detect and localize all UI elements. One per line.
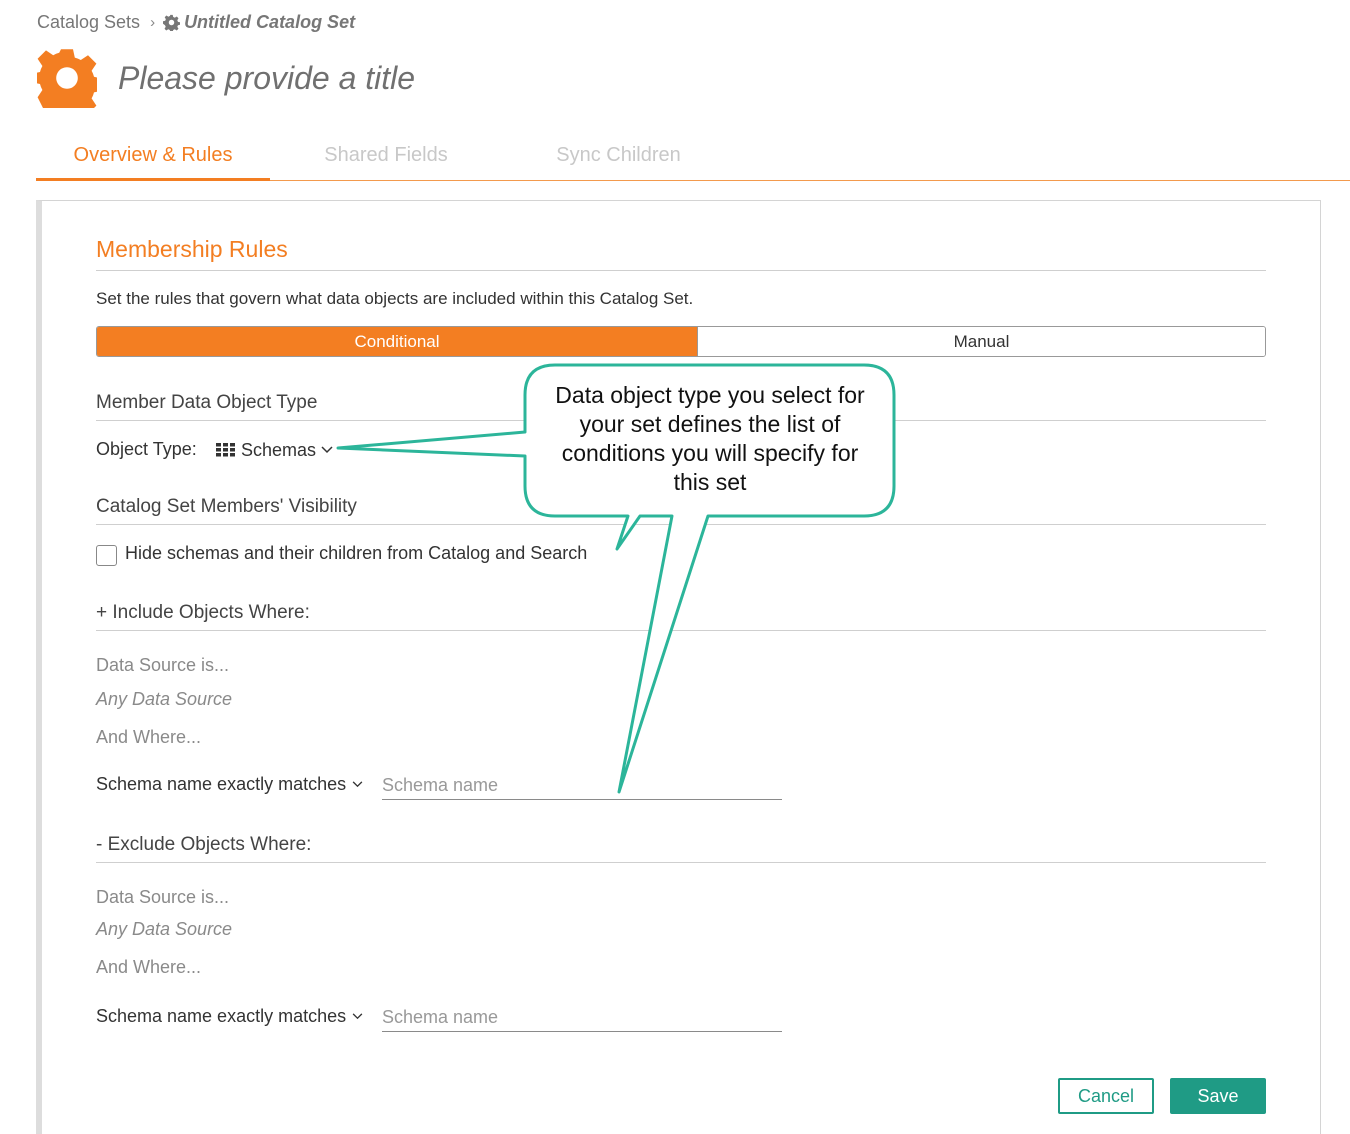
chevron-down-icon <box>352 1012 363 1019</box>
breadcrumb-current: Untitled Catalog Set <box>163 12 355 33</box>
tab-sync-children[interactable]: Sync Children <box>536 133 701 181</box>
divider <box>96 524 1266 525</box>
membership-rules-title: Membership Rules <box>96 236 288 262</box>
page-title[interactable]: Please provide a title <box>118 60 415 97</box>
include-data-source-label[interactable]: Data Source is... <box>96 655 229 676</box>
hide-schemas-checkbox[interactable] <box>96 545 117 566</box>
include-condition-select[interactable]: Schema name exactly matches <box>96 772 363 796</box>
divider <box>96 862 1266 863</box>
hide-schemas-label: Hide schemas and their children from Cat… <box>125 543 588 563</box>
exclude-condition-select[interactable]: Schema name exactly matches <box>96 1004 363 1028</box>
chevron-right-icon: › <box>150 13 156 31</box>
object-type-label: Object Type: <box>96 439 197 459</box>
tab-shared-fields[interactable]: Shared Fields <box>306 133 466 181</box>
cancel-button[interactable]: Cancel <box>1058 1078 1154 1114</box>
save-button[interactable]: Save <box>1170 1078 1266 1114</box>
chevron-down-icon <box>352 780 363 787</box>
member-type-heading: Member Data Object Type <box>96 392 318 413</box>
exclude-data-source-label[interactable]: Data Source is... <box>96 887 229 908</box>
breadcrumb-current-label: Untitled Catalog Set <box>184 11 356 32</box>
include-data-source-value: Any Data Source <box>96 689 233 709</box>
include-schema-name-input[interactable] <box>382 772 782 800</box>
gear-icon <box>37 49 97 108</box>
exclude-heading[interactable]: - Exclude Objects Where: <box>96 834 311 856</box>
exclude-and-where-label: And Where... <box>96 957 202 977</box>
include-condition-label: Schema name exactly matches <box>96 773 347 794</box>
divider <box>96 270 1266 271</box>
membership-description: Set the rules that govern what data obje… <box>96 289 694 308</box>
tab-bar: Overview & Rules Shared Fields Sync Chil… <box>36 133 1350 181</box>
exclude-data-source-value: Any Data Source <box>96 919 233 939</box>
gear-icon <box>163 14 181 31</box>
page-header: Please provide a title <box>37 48 415 108</box>
object-type-value: Schemas <box>241 439 317 460</box>
visibility-heading: Catalog Set Members' Visibility <box>96 496 357 517</box>
include-heading[interactable]: + Include Objects Where: <box>96 602 310 624</box>
breadcrumb-catalog-sets-link[interactable]: Catalog Sets <box>37 12 140 33</box>
tab-overview-rules[interactable]: Overview & Rules <box>36 133 270 181</box>
exclude-schema-name-input[interactable] <box>382 1004 782 1032</box>
callout-text: Data object type you select for your set… <box>555 382 865 495</box>
breadcrumb: Catalog Sets › Untitled Catalog Set <box>37 11 355 33</box>
manual-option[interactable]: Manual <box>697 327 1265 356</box>
grid-icon <box>216 443 235 457</box>
divider <box>96 630 1266 631</box>
object-type-select[interactable]: Schemas <box>216 438 333 462</box>
conditional-option[interactable]: Conditional <box>97 327 697 356</box>
membership-mode-toggle: Conditional Manual <box>96 326 1266 357</box>
exclude-condition-label: Schema name exactly matches <box>96 1005 347 1026</box>
include-and-where-label: And Where... <box>96 727 202 747</box>
chevron-down-icon <box>321 446 333 454</box>
